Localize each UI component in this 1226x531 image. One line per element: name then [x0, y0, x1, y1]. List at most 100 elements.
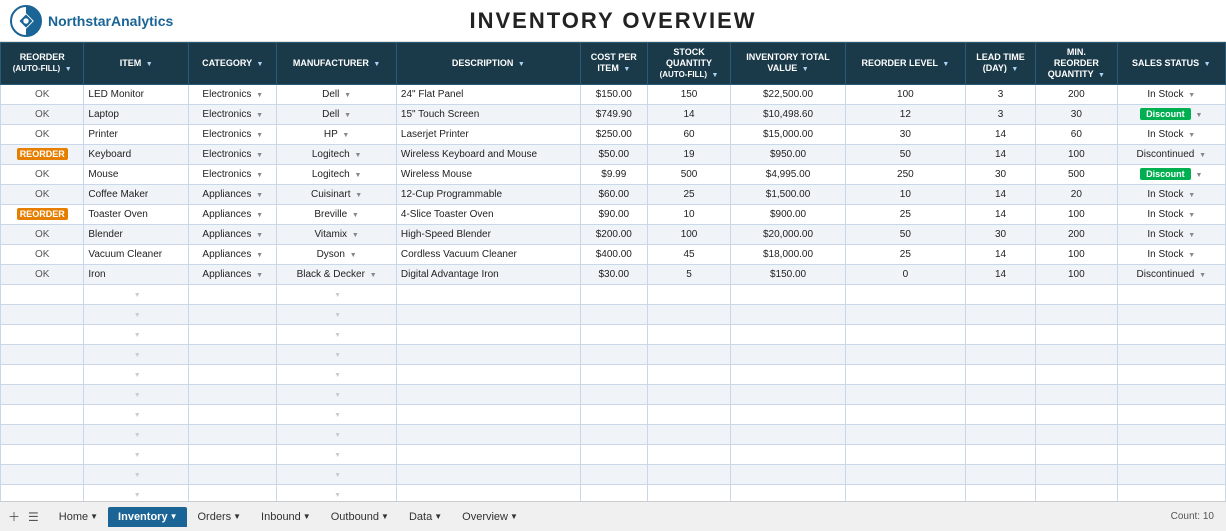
cell-description: Laserjet Printer	[396, 124, 580, 144]
empty-dropdown[interactable]: ▼	[334, 332, 341, 339]
cell-qty: 5	[647, 264, 730, 284]
empty-dropdown[interactable]: ▼	[134, 292, 141, 299]
tab-outbound[interactable]: Outbound ▼	[321, 507, 399, 527]
cell-empty	[1117, 304, 1225, 324]
col-manufacturer[interactable]: MANUFACTURER ▼	[277, 43, 397, 85]
cell-empty	[1036, 464, 1117, 484]
cell-empty	[965, 344, 1035, 364]
cell-min-reorder: 100	[1036, 204, 1117, 224]
category-dropdown-icon[interactable]: ▼	[256, 212, 263, 219]
manufacturer-dropdown-icon[interactable]: ▼	[370, 272, 377, 279]
col-min-reorder[interactable]: MIN.REORDERQUANTITY ▼	[1036, 43, 1117, 85]
manufacturer-dropdown-icon[interactable]: ▼	[342, 132, 349, 139]
empty-dropdown[interactable]: ▼	[334, 352, 341, 359]
menu-icon[interactable]: ☰	[26, 508, 41, 526]
cell-min-reorder: 20	[1036, 184, 1117, 204]
col-sales-status[interactable]: SALES STATUS ▼	[1117, 43, 1225, 85]
status-dropdown-icon[interactable]: ▼	[1199, 152, 1206, 159]
status-dropdown-icon[interactable]: ▼	[1188, 132, 1195, 139]
status-dropdown-icon[interactable]: ▼	[1188, 212, 1195, 219]
cell-empty	[189, 284, 277, 304]
col-qty[interactable]: STOCKQUANTITY(auto-fill) ▼	[647, 43, 730, 85]
cell-category: Appliances ▼	[189, 224, 277, 244]
empty-dropdown[interactable]: ▼	[334, 412, 341, 419]
empty-dropdown[interactable]: ▼	[334, 292, 341, 299]
empty-dropdown[interactable]: ▼	[134, 352, 141, 359]
col-reorder[interactable]: REORDER(auto-fill) ▼	[1, 43, 84, 85]
empty-dropdown[interactable]: ▼	[134, 472, 141, 479]
col-inv-total[interactable]: INVENTORY TOTALVALUE ▼	[731, 43, 846, 85]
cell-lead-time: 14	[965, 264, 1035, 284]
cell-qty: 19	[647, 144, 730, 164]
cell-status: In Stock ▼	[1117, 224, 1225, 244]
col-cost[interactable]: COST PERITEM ▼	[580, 43, 647, 85]
cell-empty	[647, 464, 730, 484]
category-dropdown-icon[interactable]: ▼	[256, 272, 263, 279]
add-sheet-icon[interactable]: ＋	[6, 506, 22, 527]
tab-overview[interactable]: Overview ▼	[452, 507, 528, 527]
cell-min-reorder: 200	[1036, 84, 1117, 104]
cell-empty	[845, 284, 965, 304]
tab-data[interactable]: Data ▼	[399, 507, 452, 527]
empty-dropdown[interactable]: ▼	[134, 412, 141, 419]
cell-empty	[845, 344, 965, 364]
empty-dropdown[interactable]: ▼	[334, 312, 341, 319]
col-lead-time[interactable]: LEAD TIME(DAY) ▼	[965, 43, 1035, 85]
empty-dropdown[interactable]: ▼	[134, 452, 141, 459]
col-item[interactable]: ITEM ▼	[84, 43, 189, 85]
empty-dropdown[interactable]: ▼	[134, 392, 141, 399]
category-dropdown-icon[interactable]: ▼	[256, 192, 263, 199]
manufacturer-dropdown-icon[interactable]: ▼	[344, 112, 351, 119]
status-dropdown-icon[interactable]: ▼	[1199, 272, 1206, 279]
category-dropdown-icon[interactable]: ▼	[256, 172, 263, 179]
tab-home[interactable]: Home ▼	[49, 507, 108, 527]
cell-empty	[189, 324, 277, 344]
cell-empty	[396, 324, 580, 344]
category-dropdown-icon[interactable]: ▼	[256, 132, 263, 139]
empty-dropdown[interactable]: ▼	[334, 452, 341, 459]
category-dropdown-icon[interactable]: ▼	[256, 112, 263, 119]
empty-dropdown[interactable]: ▼	[334, 392, 341, 399]
tab-inbound[interactable]: Inbound ▼	[251, 507, 321, 527]
cell-empty	[580, 404, 647, 424]
cell-inv-total: $4,995.00	[731, 164, 846, 184]
status-dropdown-icon[interactable]: ▼	[1188, 232, 1195, 239]
category-dropdown-icon[interactable]: ▼	[256, 92, 263, 99]
manufacturer-dropdown-icon[interactable]: ▼	[352, 232, 359, 239]
manufacturer-dropdown-icon[interactable]: ▼	[352, 212, 359, 219]
manufacturer-dropdown-icon[interactable]: ▼	[350, 252, 357, 259]
cell-empty	[396, 284, 580, 304]
empty-dropdown[interactable]: ▼	[134, 312, 141, 319]
cell-cost: $150.00	[580, 84, 647, 104]
empty-dropdown[interactable]: ▼	[134, 432, 141, 439]
manufacturer-dropdown-icon[interactable]: ▼	[355, 192, 362, 199]
status-dropdown-icon[interactable]: ▼	[1188, 252, 1195, 259]
status-dropdown-icon[interactable]: ▼	[1195, 112, 1202, 119]
col-category[interactable]: CATEGORY ▼	[189, 43, 277, 85]
category-dropdown-icon[interactable]: ▼	[256, 152, 263, 159]
cell-empty	[189, 404, 277, 424]
empty-dropdown[interactable]: ▼	[334, 372, 341, 379]
cell-category: Appliances ▼	[189, 204, 277, 224]
empty-dropdown[interactable]: ▼	[134, 332, 141, 339]
cell-empty: ▼	[277, 464, 397, 484]
empty-dropdown[interactable]: ▼	[334, 432, 341, 439]
col-description[interactable]: DESCRIPTION ▼	[396, 43, 580, 85]
tab-orders[interactable]: Orders ▼	[187, 507, 251, 527]
status-dropdown-icon[interactable]: ▼	[1188, 92, 1195, 99]
cell-description: High-Speed Blender	[396, 224, 580, 244]
status-dropdown-icon[interactable]: ▼	[1195, 172, 1202, 179]
status-dropdown-icon[interactable]: ▼	[1188, 192, 1195, 199]
cell-inv-total: $15,000.00	[731, 124, 846, 144]
empty-dropdown[interactable]: ▼	[334, 472, 341, 479]
empty-dropdown[interactable]: ▼	[134, 492, 141, 499]
manufacturer-dropdown-icon[interactable]: ▼	[354, 152, 361, 159]
manufacturer-dropdown-icon[interactable]: ▼	[344, 92, 351, 99]
empty-dropdown[interactable]: ▼	[134, 372, 141, 379]
category-dropdown-icon[interactable]: ▼	[256, 252, 263, 259]
category-dropdown-icon[interactable]: ▼	[256, 232, 263, 239]
tab-inventory[interactable]: Inventory ▼	[108, 507, 187, 527]
col-reorder-level[interactable]: REORDER LEVEL ▼	[845, 43, 965, 85]
empty-dropdown[interactable]: ▼	[334, 492, 341, 499]
manufacturer-dropdown-icon[interactable]: ▼	[354, 172, 361, 179]
